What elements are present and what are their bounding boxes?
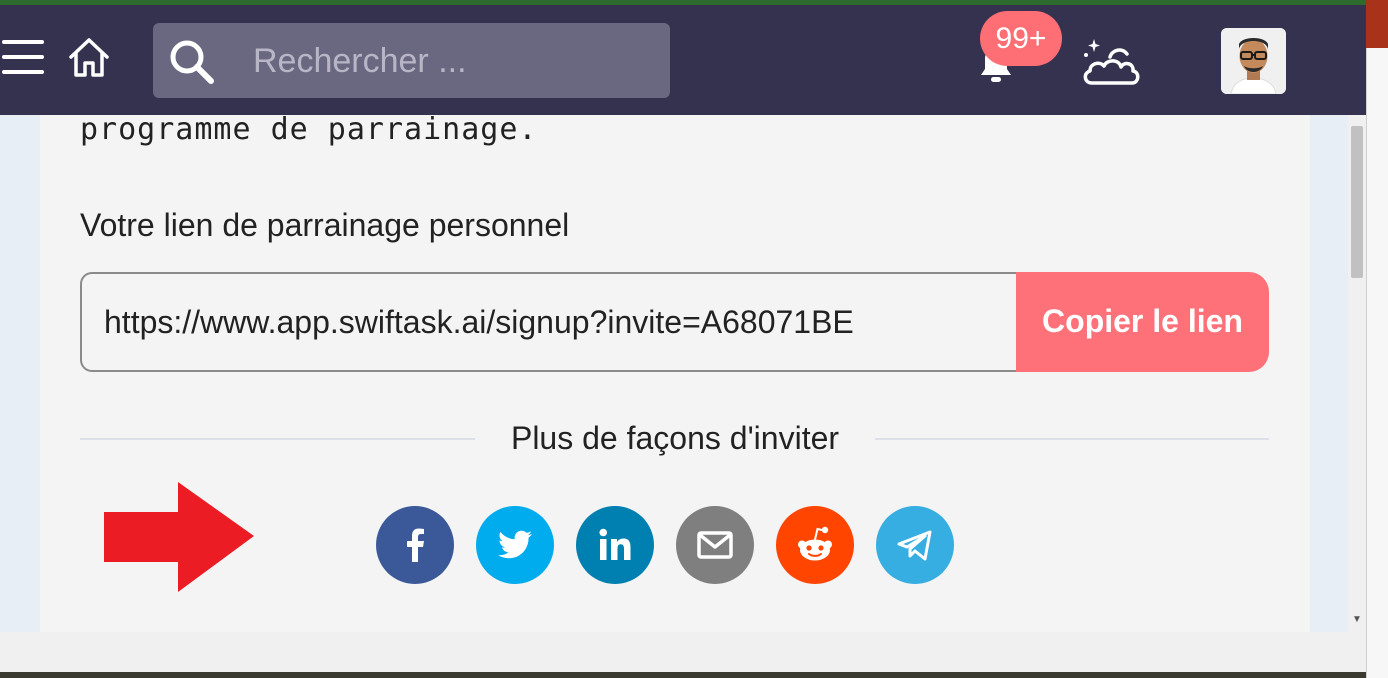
reddit-icon <box>798 526 832 561</box>
avatar[interactable] <box>1221 28 1286 94</box>
intro-text: programme de parrainage. <box>80 112 538 147</box>
facebook-icon <box>407 528 424 562</box>
notification-badge: 99+ <box>980 11 1062 66</box>
weather-icon[interactable] <box>1080 35 1142 91</box>
top-navbar: 99+ <box>0 5 1366 115</box>
email-icon <box>697 531 733 559</box>
more-ways-heading: Plus de façons d'inviter <box>510 420 840 456</box>
side-window-header <box>1366 0 1388 48</box>
divider-right <box>875 438 1269 440</box>
search-bar <box>153 23 670 98</box>
linkedin-icon <box>599 528 631 560</box>
home-icon[interactable] <box>66 35 112 81</box>
search-icon[interactable] <box>167 37 215 85</box>
twitter-icon <box>498 530 532 559</box>
scrollbar-thumb[interactable] <box>1351 126 1363 278</box>
share-telegram-button[interactable] <box>876 506 954 584</box>
share-reddit-button[interactable] <box>776 506 854 584</box>
share-twitter-button[interactable] <box>476 506 554 584</box>
referral-link-label: Votre lien de parrainage personnel <box>80 207 570 243</box>
copy-link-button[interactable]: Copier le lien <box>1016 272 1269 372</box>
side-window-edge <box>1366 0 1388 678</box>
share-email-button[interactable] <box>676 506 754 584</box>
referral-link-field[interactable] <box>80 272 1018 372</box>
share-linkedin-button[interactable] <box>576 506 654 584</box>
search-input[interactable] <box>253 37 653 85</box>
taskbar-edge <box>0 672 1366 678</box>
share-facebook-button[interactable] <box>376 506 454 584</box>
telegram-icon <box>897 530 932 561</box>
divider-left <box>80 438 475 440</box>
menu-icon[interactable] <box>2 40 46 78</box>
red-arrow-annotation <box>104 482 254 592</box>
scroll-down-arrow-icon[interactable]: ▼ <box>1350 614 1364 628</box>
